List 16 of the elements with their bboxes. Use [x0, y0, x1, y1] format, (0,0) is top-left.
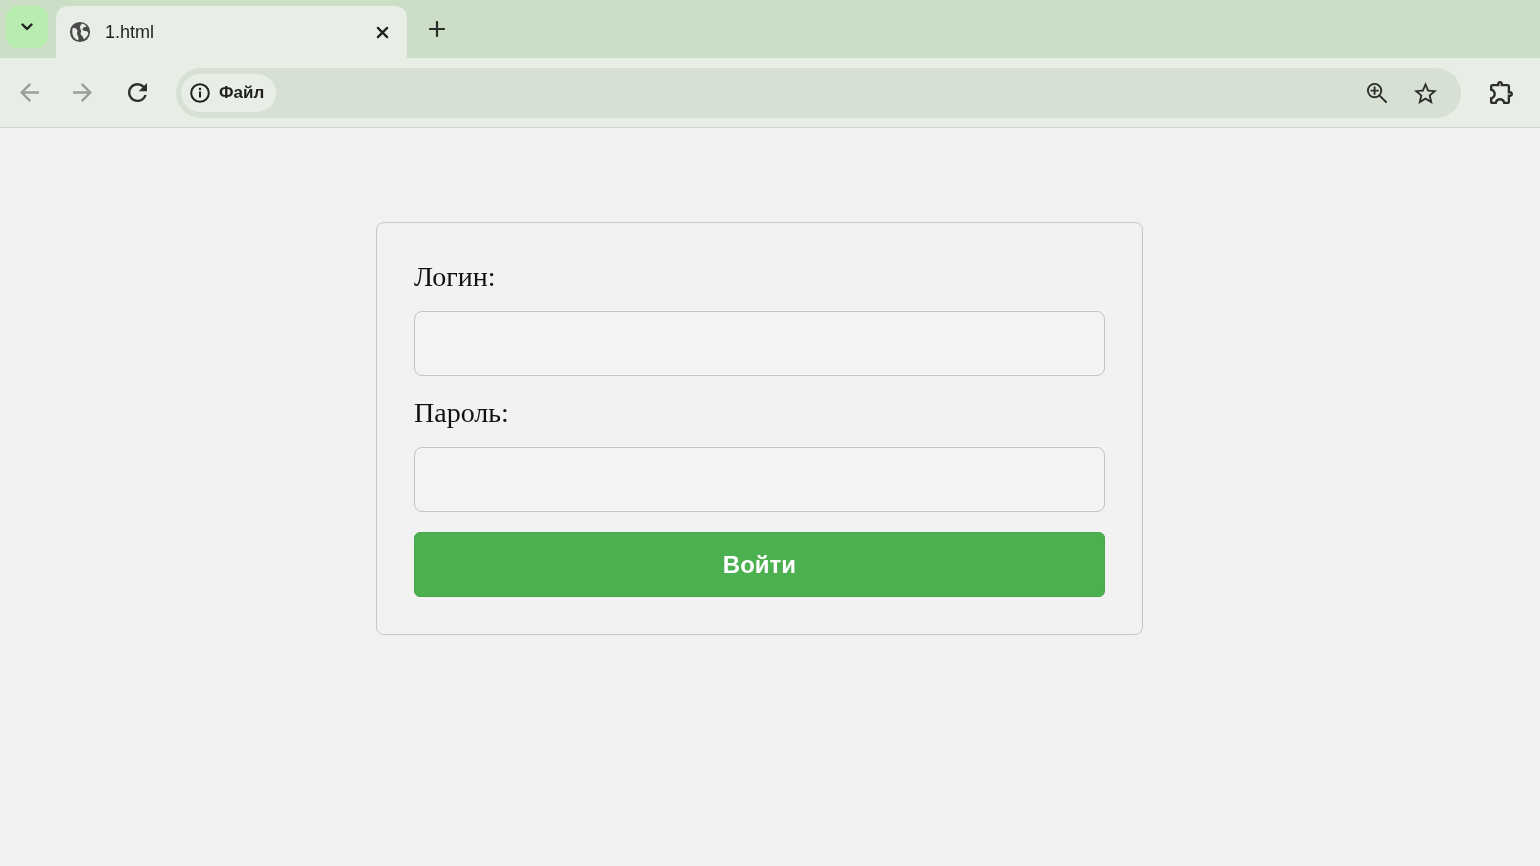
- browser-tab[interactable]: 1.html: [56, 6, 407, 58]
- globe-icon: [69, 21, 91, 43]
- field-label: Пароль:: [414, 396, 510, 429]
- plus-icon[interactable]: [429, 21, 445, 37]
- reload-icon[interactable]: [128, 83, 147, 102]
- input-field[interactable]: [414, 447, 1105, 512]
- site-info-chip[interactable]: Файл: [181, 73, 277, 112]
- close-icon[interactable]: [376, 25, 389, 39]
- field-label: Логин:: [414, 260, 497, 293]
- zoom-in-icon[interactable]: [1366, 82, 1387, 103]
- info-icon: [190, 82, 210, 103]
- chevron-down-icon: [21, 23, 33, 31]
- address-bar[interactable]: Файл: [176, 67, 1461, 118]
- input-field[interactable]: [414, 311, 1105, 376]
- puzzle-piece-icon[interactable]: [1490, 81, 1513, 104]
- star-icon[interactable]: [1414, 81, 1437, 104]
